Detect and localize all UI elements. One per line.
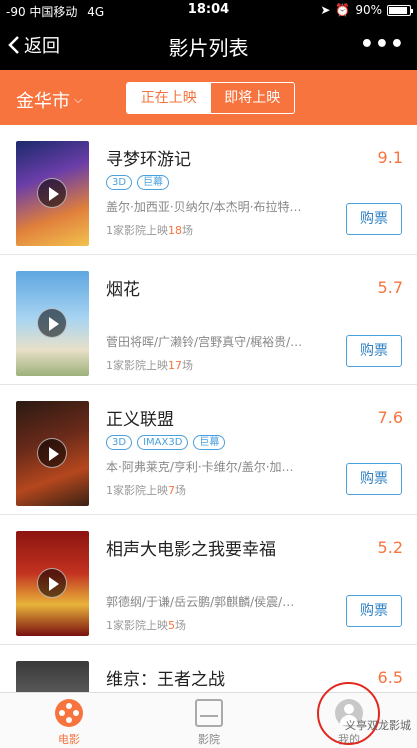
tab-cinemas[interactable]: 影院 xyxy=(169,699,249,747)
movie-list[interactable]: 寻梦环游记 9.1 3D 巨幕 盖尔·加西亚·贝纳尔/本杰明·布拉特… 1家影院… xyxy=(0,125,417,692)
movie-poster[interactable] xyxy=(16,661,89,692)
movie-poster[interactable] xyxy=(16,271,89,376)
tab-label: 影院 xyxy=(198,733,220,746)
movie-score: 9.1 xyxy=(377,148,403,167)
battery-icon xyxy=(387,4,413,16)
format-tag: IMAX3D xyxy=(137,435,189,450)
movie-score: 5.7 xyxy=(377,278,403,297)
movie-cast: 郭德纲/于谦/岳云鹏/郭麒麟/侯震/… xyxy=(106,595,295,609)
watermark-text: 义亭双龙影城 xyxy=(345,719,411,732)
showings-count: 5 xyxy=(168,619,175,632)
showings-count: 7 xyxy=(168,484,175,497)
play-icon[interactable] xyxy=(37,178,67,208)
chevron-down-icon: ⌵ xyxy=(74,93,83,106)
tab-coming-soon[interactable]: 即将上映 xyxy=(211,83,295,113)
alarm-icon: ⏰ xyxy=(335,3,351,17)
showings-count: 17 xyxy=(168,359,182,372)
filter-bar: 金华市 ⌵ 正在上映 即将上映 xyxy=(0,70,417,125)
movie-title: 寻梦环游记 xyxy=(106,150,191,170)
cinema-count-prefix: 1家影院上映 xyxy=(106,224,168,237)
tab-now-showing[interactable]: 正在上映 xyxy=(127,83,211,113)
play-icon[interactable] xyxy=(37,568,67,598)
battery-fill xyxy=(389,6,407,14)
format-tag: 巨幕 xyxy=(137,175,170,190)
cinema-count-prefix: 1家影院上映 xyxy=(106,484,168,497)
movie-item[interactable]: 正义联盟 7.6 3D IMAX3D 巨幕 本·阿弗莱克/亨利·卡维尔/盖尔·加… xyxy=(0,385,417,515)
movie-cast: 盖尔·加西亚·贝纳尔/本杰明·布拉特… xyxy=(106,200,302,214)
buy-ticket-button[interactable]: 购票 xyxy=(346,463,402,495)
showings-count: 18 xyxy=(168,224,182,237)
movie-tags: 3D 巨幕 xyxy=(106,175,170,190)
format-tag: 3D xyxy=(106,175,133,190)
buy-ticket-button[interactable]: 购票 xyxy=(346,595,402,627)
showing-tabs: 正在上映 即将上映 xyxy=(126,82,295,114)
film-reel-icon xyxy=(55,699,83,727)
cinema-count: 1家影院上映17场 xyxy=(106,357,193,373)
more-options-button[interactable]: ••• xyxy=(360,32,405,57)
format-tag: 巨幕 xyxy=(193,435,226,450)
tab-movies[interactable]: 电影 xyxy=(29,699,109,747)
movie-item[interactable]: 相声大电影之我要幸福 5.2 郭德纲/于谦/岳云鹏/郭麒麟/侯震/… 1家影院上… xyxy=(0,515,417,645)
movie-poster[interactable] xyxy=(16,531,89,636)
cinema-count: 1家影院上映5场 xyxy=(106,617,186,633)
page-title: 影片列表 xyxy=(168,36,249,60)
movie-item[interactable]: 寻梦环游记 9.1 3D 巨幕 盖尔·加西亚·贝纳尔/本杰明·布拉特… 1家影院… xyxy=(0,125,417,255)
movie-cast: 本·阿弗莱克/亨利·卡维尔/盖尔·加… xyxy=(106,460,294,474)
movie-score: 7.6 xyxy=(377,408,403,427)
battery-percent: 90% xyxy=(355,3,382,17)
showings-suffix: 场 xyxy=(175,484,186,497)
movie-tags: 3D IMAX3D 巨幕 xyxy=(106,435,226,450)
format-tag: 3D xyxy=(106,435,133,450)
navigation-bar: 返回 影片列表 ••• xyxy=(0,20,417,70)
annotation-circle xyxy=(317,682,380,745)
cinema-count: 1家影院上映18场 xyxy=(106,222,193,238)
movie-title: 相声大电影之我要幸福 xyxy=(106,540,276,560)
movie-title: 烟花 xyxy=(106,280,140,300)
cinema-count-prefix: 1家影院上映 xyxy=(106,359,168,372)
city-label: 金华市 xyxy=(16,91,70,112)
buy-ticket-button[interactable]: 购票 xyxy=(346,335,402,367)
city-selector[interactable]: 金华市 ⌵ xyxy=(16,87,82,113)
movie-score: 5.2 xyxy=(377,538,403,557)
showings-suffix: 场 xyxy=(175,619,186,632)
location-icon: ➤ xyxy=(320,3,331,17)
play-icon[interactable] xyxy=(37,308,67,338)
movie-poster[interactable] xyxy=(16,401,89,506)
status-indicators: ➤ ⏰ 90% xyxy=(320,3,413,17)
movie-poster[interactable] xyxy=(16,141,89,246)
movie-score: 6.5 xyxy=(377,668,403,687)
movie-title: 维京：王者之战 xyxy=(106,670,225,690)
movie-cast: 菅田将晖/广濑铃/宫野真守/梶裕贵/… xyxy=(106,335,303,349)
play-icon[interactable] xyxy=(37,438,67,468)
showings-suffix: 场 xyxy=(182,359,193,372)
cinema-screen-icon xyxy=(195,699,223,727)
movie-item[interactable]: 烟花 5.7 菅田将晖/广濑铃/宫野真守/梶裕贵/… 1家影院上映17场 购票 xyxy=(0,255,417,385)
showings-suffix: 场 xyxy=(182,224,193,237)
tab-label: 电影 xyxy=(58,733,80,746)
cinema-count-prefix: 1家影院上映 xyxy=(106,619,168,632)
movie-title: 正义联盟 xyxy=(106,410,174,430)
cinema-count: 1家影院上映7场 xyxy=(106,482,186,498)
status-bar: -90 中国移动 4G 18:04 ➤ ⏰ 90% xyxy=(0,0,417,20)
buy-ticket-button[interactable]: 购票 xyxy=(346,203,402,235)
